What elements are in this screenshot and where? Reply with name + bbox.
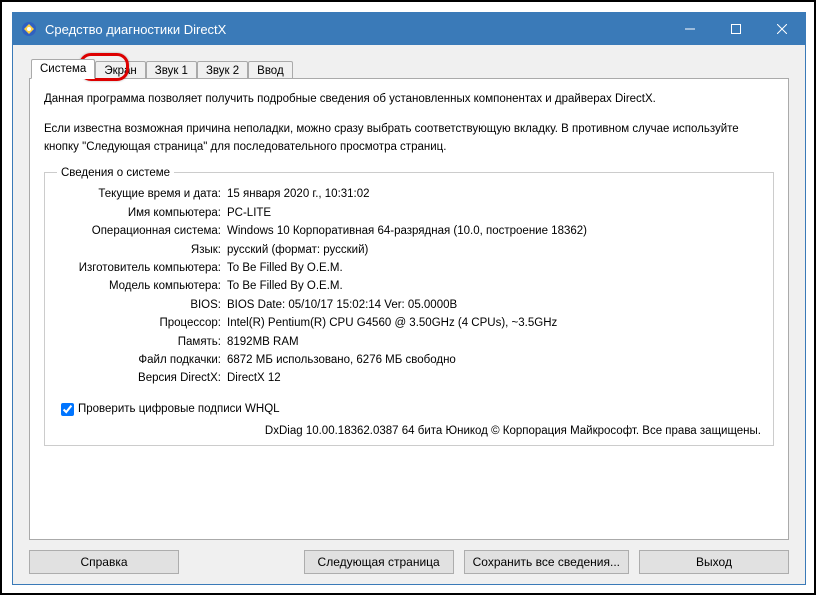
save-all-button[interactable]: Сохранить все сведения... bbox=[464, 550, 629, 574]
tab-panel-system: Данная программа позволяет получить подр… bbox=[29, 78, 789, 540]
info-row: Имя компьютера:PC-LITE bbox=[57, 204, 761, 222]
info-label: Язык: bbox=[57, 241, 227, 259]
whql-label[interactable]: Проверить цифровые подписи WHQL bbox=[78, 403, 280, 415]
dxdiag-version-text: DxDiag 10.00.18362.0387 64 бита Юникод ©… bbox=[57, 419, 761, 437]
intro-paragraph-1: Данная программа позволяет получить подр… bbox=[44, 91, 774, 109]
help-button[interactable]: Справка bbox=[29, 550, 179, 574]
maximize-button[interactable] bbox=[713, 13, 759, 45]
info-value: 15 января 2020 г., 10:31:02 bbox=[227, 185, 761, 203]
info-label: Изготовитель компьютера: bbox=[57, 259, 227, 277]
info-row: Операционная система:Windows 10 Корпорат… bbox=[57, 222, 761, 240]
info-label: BIOS: bbox=[57, 296, 227, 314]
tab-display[interactable]: Экран bbox=[95, 61, 145, 79]
tab-system[interactable]: Система bbox=[31, 59, 95, 79]
info-value: 8192MB RAM bbox=[227, 333, 761, 351]
minimize-button[interactable] bbox=[667, 13, 713, 45]
button-bar: Справка Следующая страница Сохранить все… bbox=[29, 540, 789, 574]
info-label: Файл подкачки: bbox=[57, 351, 227, 369]
info-label: Текущие время и дата: bbox=[57, 185, 227, 203]
titlebar: Средство диагностики DirectX bbox=[13, 13, 805, 45]
info-label: Версия DirectX: bbox=[57, 369, 227, 387]
info-row: BIOS:BIOS Date: 05/10/17 15:02:14 Ver: 0… bbox=[57, 296, 761, 314]
close-button[interactable] bbox=[759, 13, 805, 45]
tab-sound2[interactable]: Звук 2 bbox=[197, 61, 248, 79]
info-value: DirectX 12 bbox=[227, 369, 761, 387]
info-value: 6872 МБ использовано, 6276 МБ свободно bbox=[227, 351, 761, 369]
dxdiag-window: Средство диагностики DirectX Система Экр… bbox=[12, 12, 806, 585]
exit-button[interactable]: Выход bbox=[639, 550, 789, 574]
info-value: To Be Filled By O.E.M. bbox=[227, 277, 761, 295]
system-info-fieldset: Сведения о системе Текущие время и дата:… bbox=[44, 172, 774, 445]
tab-bar: Система Экран Звук 1 Звук 2 Ввод bbox=[31, 59, 789, 79]
dxdiag-icon bbox=[21, 21, 37, 37]
info-label: Имя компьютера: bbox=[57, 204, 227, 222]
window-title: Средство диагностики DirectX bbox=[45, 22, 667, 37]
info-value: Windows 10 Корпоративная 64-разрядная (1… bbox=[227, 222, 761, 240]
info-value: PC-LITE bbox=[227, 204, 761, 222]
info-label: Память: bbox=[57, 333, 227, 351]
info-row: Процессор:Intel(R) Pentium(R) CPU G4560 … bbox=[57, 314, 761, 332]
info-row: Файл подкачки:6872 МБ использовано, 6276… bbox=[57, 351, 761, 369]
info-label: Операционная система: bbox=[57, 222, 227, 240]
info-value: To Be Filled By O.E.M. bbox=[227, 259, 761, 277]
info-label: Процессор: bbox=[57, 314, 227, 332]
next-page-button[interactable]: Следующая страница bbox=[304, 550, 454, 574]
info-value: русский (формат: русский) bbox=[227, 241, 761, 259]
info-value: Intel(R) Pentium(R) CPU G4560 @ 3.50GHz … bbox=[227, 314, 761, 332]
tab-input[interactable]: Ввод bbox=[248, 61, 293, 79]
info-row: Версия DirectX:DirectX 12 bbox=[57, 369, 761, 387]
info-row: Текущие время и дата:15 января 2020 г., … bbox=[57, 185, 761, 203]
tab-sound1[interactable]: Звук 1 bbox=[146, 61, 197, 79]
whql-checkbox[interactable] bbox=[61, 403, 74, 416]
info-row: Изготовитель компьютера:To Be Filled By … bbox=[57, 259, 761, 277]
intro-paragraph-2: Если известна возможная причина неполадк… bbox=[44, 121, 774, 157]
info-row: Модель компьютера:To Be Filled By O.E.M. bbox=[57, 277, 761, 295]
info-row: Язык:русский (формат: русский) bbox=[57, 241, 761, 259]
info-value: BIOS Date: 05/10/17 15:02:14 Ver: 05.000… bbox=[227, 296, 761, 314]
info-label: Модель компьютера: bbox=[57, 277, 227, 295]
info-row: Память:8192MB RAM bbox=[57, 333, 761, 351]
system-info-legend: Сведения о системе bbox=[57, 167, 174, 179]
